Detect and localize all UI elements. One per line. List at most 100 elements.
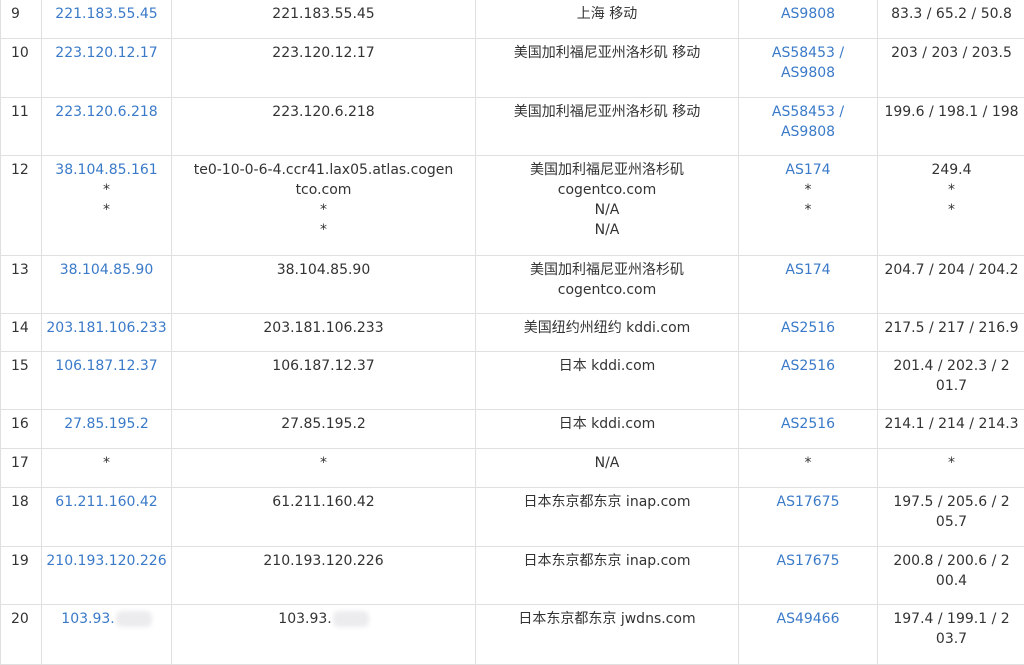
location: 日本东京都东京 inap.com (476, 488, 739, 547)
hop-number: 13 (1, 256, 42, 314)
ip-cell[interactable]: 103.93. (42, 605, 172, 665)
ip-link[interactable]: 27.85.195.2 (42, 410, 172, 449)
rtt: 214.1 / 214 / 214.3 (878, 410, 1024, 449)
hostname: 103.93. (278, 611, 331, 627)
ip-link[interactable]: 103.93. (61, 611, 114, 627)
rtt: 83.3 / 65.2 / 50.8 (878, 0, 1024, 39)
hostname: 223.120.6.218 (172, 98, 476, 156)
hostname-cell: 103.93. (172, 605, 476, 665)
rtt: 201.4 / 202.3 / 201.7 (878, 352, 1024, 410)
table-row: 14 203.181.106.233 203.181.106.233 美国纽约州… (1, 314, 1024, 352)
asn-placeholder: * (741, 200, 875, 220)
hop-number: 19 (1, 547, 42, 605)
hostname: 61.211.160.42 (172, 488, 476, 547)
table-row: 11 223.120.6.218 223.120.6.218 美国加利福尼亚州洛… (1, 98, 1024, 156)
hop-number: 15 (1, 352, 42, 410)
rtt: 203 / 203 / 203.5 (878, 39, 1024, 98)
ip-link[interactable]: 223.120.6.218 (42, 98, 172, 156)
asn-placeholder: * (741, 180, 875, 200)
hop-number: 16 (1, 410, 42, 449)
table-row: 12 38.104.85.161 * * te0-10-0-6-4.ccr41.… (1, 156, 1024, 256)
rtt-placeholder: * (880, 200, 1023, 220)
hop-number: 20 (1, 605, 42, 665)
hop-number: 17 (1, 449, 42, 488)
location: 美国加利福尼亚州洛杉矶 (478, 260, 736, 280)
table-row: 16 27.85.195.2 27.85.195.2 日本 kddi.com A… (1, 410, 1024, 449)
hop-number: 9 (1, 0, 42, 39)
location: 日本 kddi.com (476, 410, 739, 449)
asn-placeholder: * (739, 449, 878, 488)
asn-link[interactable]: AS49466 (739, 605, 878, 665)
location: N/A (478, 200, 736, 220)
ip-link[interactable]: 38.104.85.161 (44, 160, 169, 180)
asn-link[interactable]: AS2516 (739, 352, 878, 410)
table-row: 15 106.187.12.37 106.187.12.37 日本 kddi.c… (1, 352, 1024, 410)
asn-link[interactable]: AS174 (741, 160, 875, 180)
location: 日本 kddi.com (476, 352, 739, 410)
table-row: 13 38.104.85.90 38.104.85.90 美国加利福尼亚州洛杉矶… (1, 256, 1024, 314)
table-row: 18 61.211.160.42 61.211.160.42 日本东京都东京 i… (1, 488, 1024, 547)
rtt: 199.6 / 198.1 / 198 (878, 98, 1024, 156)
table-row: 20 103.93. 103.93. 日本东京都东京 jwdns.com AS4… (1, 605, 1024, 665)
location-cell: 美国加利福尼亚州洛杉矶 cogentco.com N/A N/A (476, 156, 739, 256)
asn-link[interactable]: AS17675 (739, 547, 878, 605)
location: 美国纽约州纽约 kddi.com (476, 314, 739, 352)
ip-link[interactable]: 221.183.55.45 (42, 0, 172, 39)
rtt-placeholder: * (878, 449, 1024, 488)
asn-link[interactable]: AS174 (739, 256, 878, 314)
ip-placeholder: * (44, 180, 169, 200)
hop-number: 14 (1, 314, 42, 352)
asn-link[interactable]: AS9808 (739, 0, 878, 39)
table-row: 10 223.120.12.17 223.120.12.17 美国加利福尼亚州洛… (1, 39, 1024, 98)
location: 日本东京都东京 inap.com (476, 547, 739, 605)
rtt: 197.4 / 199.1 / 203.7 (878, 605, 1024, 665)
asn-cell: AS174 * * (739, 156, 878, 256)
hostname-placeholder: * (192, 220, 455, 240)
table-row: 19 210.193.120.226 210.193.120.226 日本东京都… (1, 547, 1024, 605)
hostname: 106.187.12.37 (172, 352, 476, 410)
location-isp: cogentco.com (478, 280, 736, 300)
hostname: 221.183.55.45 (172, 0, 476, 39)
rtt: 217.5 / 217 / 216.9 (878, 314, 1024, 352)
table-row: 9 221.183.55.45 221.183.55.45 上海 移动 AS98… (1, 0, 1024, 39)
ip-link[interactable]: 210.193.120.226 (42, 547, 172, 605)
location: 美国加利福尼亚州洛杉矶 移动 (476, 39, 739, 98)
ip-link[interactable]: 106.187.12.37 (42, 352, 172, 410)
hostname: 223.120.12.17 (172, 39, 476, 98)
hostname: 210.193.120.226 (172, 547, 476, 605)
location-isp: cogentco.com (478, 180, 736, 200)
ip-link[interactable]: 38.104.85.90 (42, 256, 172, 314)
hostname-placeholder: * (192, 200, 455, 220)
hostname: 27.85.195.2 (172, 410, 476, 449)
asn-link[interactable]: AS2516 (739, 314, 878, 352)
ip-cell: 38.104.85.161 * * (42, 156, 172, 256)
hop-number: 10 (1, 39, 42, 98)
ip-placeholder: * (42, 449, 172, 488)
location: 美国加利福尼亚州洛杉矶 移动 (476, 98, 739, 156)
rtt: 197.5 / 205.6 / 205.7 (878, 488, 1024, 547)
ip-link[interactable]: 223.120.12.17 (42, 39, 172, 98)
hostname-cell: te0-10-0-6-4.ccr41.lax05.atlas.cogentco.… (172, 156, 476, 256)
hostname: 38.104.85.90 (172, 256, 476, 314)
redaction-blur (333, 611, 369, 627)
location: 美国加利福尼亚州洛杉矶 (478, 160, 736, 180)
location-cell: 美国加利福尼亚州洛杉矶 cogentco.com (476, 256, 739, 314)
hostname: 203.181.106.233 (172, 314, 476, 352)
redaction-blur (116, 611, 152, 627)
rtt: 249.4 (880, 160, 1023, 180)
table-row: 17 * * N/A * * (1, 449, 1024, 488)
rtt-cell: 249.4 * * (878, 156, 1024, 256)
ip-link[interactable]: 61.211.160.42 (42, 488, 172, 547)
asn-link[interactable]: AS58453 / AS9808 (739, 98, 878, 156)
location: N/A (478, 220, 736, 240)
location: 日本东京都东京 jwdns.com (476, 605, 739, 665)
location: 上海 移动 (476, 0, 739, 39)
asn-link[interactable]: AS17675 (739, 488, 878, 547)
hostname-placeholder: * (172, 449, 476, 488)
asn-link[interactable]: AS2516 (739, 410, 878, 449)
ip-placeholder: * (44, 200, 169, 220)
rtt-placeholder: * (880, 180, 1023, 200)
hop-number: 11 (1, 98, 42, 156)
ip-link[interactable]: 203.181.106.233 (42, 314, 172, 352)
asn-link[interactable]: AS58453 / AS9808 (739, 39, 878, 98)
